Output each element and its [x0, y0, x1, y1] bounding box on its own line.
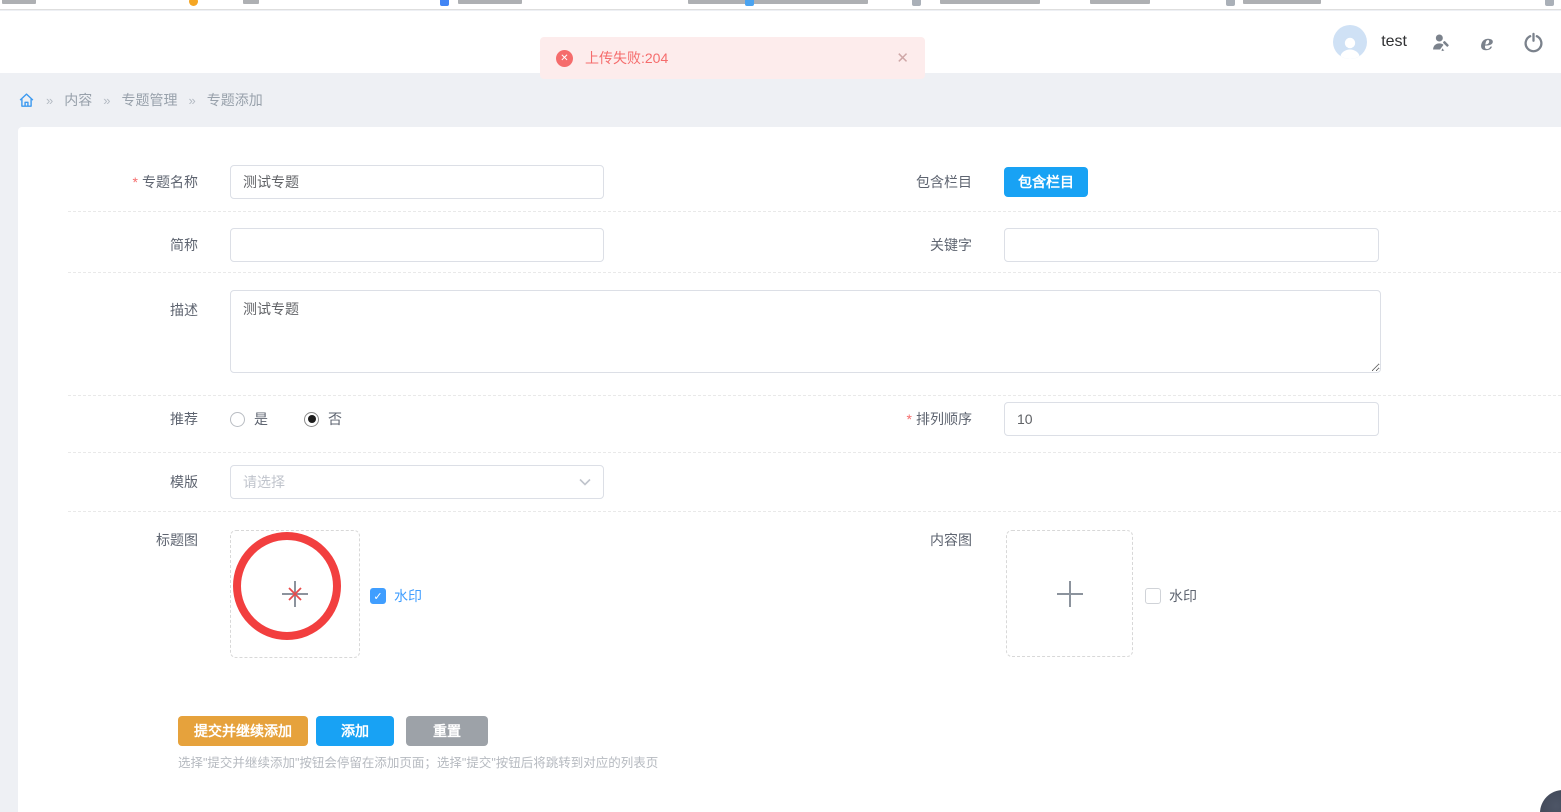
template-select[interactable]: 请选择 — [230, 465, 604, 499]
breadcrumb-separator: » — [103, 92, 111, 108]
keywords-label: 关键字 — [930, 237, 972, 253]
home-icon[interactable] — [18, 92, 35, 109]
content-image-upload[interactable] — [1006, 530, 1133, 657]
recommend-radio-yes[interactable]: 是 — [230, 409, 268, 429]
title-watermark-field: ✓ 水印 — [370, 586, 422, 606]
bookmark-fragment — [458, 0, 522, 4]
bookmark-fragment — [243, 0, 259, 4]
submit-hint-text: 选择"提交并继续添加"按钮会停留在添加页面；选择"提交"按钮后将跳转到对应的列表… — [178, 756, 659, 770]
bookmark-fragment — [1243, 0, 1321, 4]
person-silhouette-icon — [1340, 37, 1360, 59]
toast-close-icon[interactable]: ✕ — [896, 49, 909, 67]
recommend-radio-group: 是 否 — [230, 402, 342, 436]
form-card: *专题名称 包含栏目 包含栏目 简称 关键字 描述 测试专题 推荐 是 否 *排… — [18, 127, 1561, 812]
required-asterisk: * — [906, 411, 912, 427]
short-name-label: 简称 — [170, 237, 198, 253]
content-image-label: 内容图 — [930, 532, 972, 548]
avatar[interactable] — [1333, 25, 1368, 59]
bookmark-icon — [189, 0, 198, 6]
submit-and-continue-button[interactable]: 提交并继续添加 — [178, 716, 308, 746]
watermark-label: 水印 — [394, 588, 422, 604]
logout-power-icon[interactable] — [1521, 30, 1545, 54]
title-image-upload[interactable] — [230, 530, 360, 658]
topic-name-input[interactable] — [230, 165, 604, 199]
error-toast: ✕ 上传失败:204 ✕ — [540, 37, 925, 79]
bookmark-icon — [745, 0, 754, 6]
short-name-input[interactable] — [230, 228, 604, 262]
plus-icon — [1056, 580, 1083, 607]
bookmark-fragment — [940, 0, 1040, 4]
browser-bookmarks-bar — [0, 0, 1561, 10]
row-separator — [68, 272, 1561, 273]
row-separator — [68, 452, 1561, 453]
row-separator — [68, 395, 1561, 396]
sort-order-label: * 排列顺序 — [906, 411, 972, 427]
bookmark-icon — [912, 0, 921, 6]
row-separator — [68, 511, 1561, 512]
bookmark-icon — [1545, 0, 1554, 6]
error-icon: ✕ — [556, 49, 573, 67]
description-textarea[interactable]: 测试专题 — [230, 290, 1381, 373]
title-image-label: 标题图 — [156, 532, 198, 548]
bookmark-fragment — [2, 0, 36, 4]
breadcrumb-separator: » — [188, 92, 196, 108]
breadcrumb: » 内容 » 专题管理 » 专题添加 — [0, 73, 1561, 127]
select-placeholder: 请选择 — [243, 474, 285, 490]
template-label: 模版 — [170, 474, 198, 490]
breadcrumb-item-topic-management[interactable]: 专题管理 — [121, 90, 177, 110]
content-watermark-field: 水印 — [1145, 586, 1197, 606]
bookmark-fragment — [688, 0, 868, 4]
bookmark-fragment — [1090, 0, 1150, 4]
keywords-input[interactable] — [1004, 228, 1379, 262]
recommend-label: 推荐 — [170, 411, 198, 427]
required-asterisk: * — [132, 174, 138, 190]
description-label: 描述 — [170, 302, 198, 318]
radio-label-yes: 是 — [254, 411, 268, 427]
bookmark-icon — [440, 0, 449, 6]
watermark-checkbox-unchecked[interactable] — [1145, 588, 1161, 604]
ie-browser-icon[interactable]: e — [1475, 30, 1499, 54]
header-user-area: test e — [1333, 11, 1545, 73]
row-separator — [68, 211, 1561, 212]
radio-circle-selected-icon — [304, 411, 319, 427]
username: test — [1381, 33, 1407, 50]
toast-message: 上传失败:204 — [585, 50, 669, 66]
plus-icon — [282, 581, 308, 607]
breadcrumb-item-content[interactable]: 内容 — [64, 90, 92, 110]
breadcrumb-item-topic-add: 专题添加 — [206, 92, 263, 108]
radio-circle-icon — [230, 411, 245, 427]
edit-profile-icon[interactable] — [1429, 30, 1453, 54]
radio-label-no: 否 — [328, 411, 342, 427]
breadcrumb-separator: » — [46, 92, 54, 108]
include-columns-button[interactable]: 包含栏目 — [1004, 167, 1088, 197]
sort-order-input[interactable] — [1004, 402, 1379, 436]
recommend-radio-no[interactable]: 否 — [304, 409, 342, 429]
add-button[interactable]: 添加 — [316, 716, 394, 746]
topic-name-label: * 专题名称 — [132, 174, 198, 190]
watermark-label: 水印 — [1169, 588, 1197, 604]
include-columns-label: 包含栏目 — [916, 174, 972, 190]
chevron-down-icon — [579, 478, 591, 486]
watermark-checkbox-checked[interactable]: ✓ — [370, 588, 386, 604]
bookmark-icon — [1226, 0, 1235, 6]
reset-button[interactable]: 重置 — [406, 716, 488, 746]
